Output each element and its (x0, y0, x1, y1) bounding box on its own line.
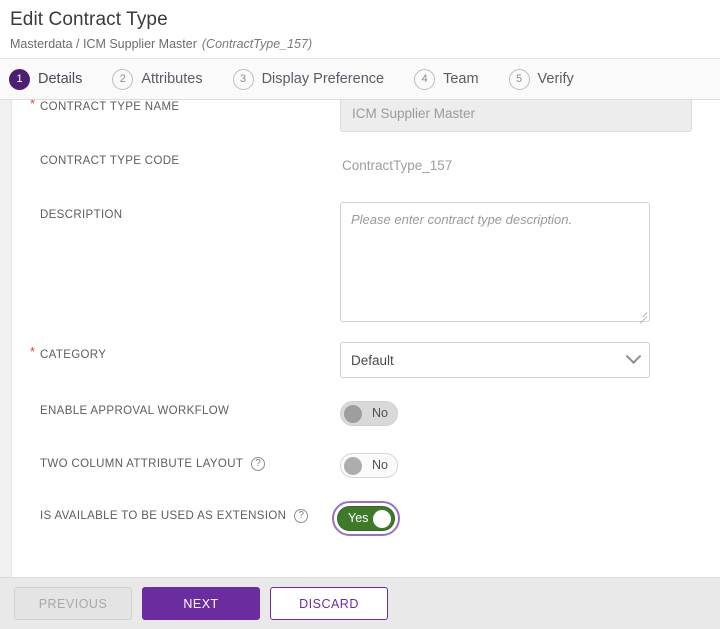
chevron-down-icon (626, 348, 642, 364)
label-text: ENABLE APPROVAL WORKFLOW (40, 405, 229, 417)
field-label: * CATEGORY (40, 336, 340, 361)
field-label: ENABLE APPROVAL WORKFLOW (40, 392, 340, 417)
breadcrumb: Masterdata / ICM Supplier Master (Contrac… (10, 36, 720, 52)
step-label: Details (38, 71, 82, 87)
field-two-column-attribute-layout: TWO COLUMN ATTRIBUTE LAYOUT ? No (40, 444, 702, 496)
step-label: Attributes (141, 71, 202, 87)
field-control: Please enter contract type description. (340, 196, 702, 322)
label-text: CONTRACT TYPE CODE (40, 155, 179, 167)
field-is-available-as-extension: IS AVAILABLE TO BE USED AS EXTENSION ? Y… (40, 496, 702, 548)
step-number-badge: 3 (233, 69, 254, 90)
enable-approval-workflow-toggle[interactable]: No (340, 401, 398, 426)
contract-type-name-input[interactable]: ICM Supplier Master (340, 100, 692, 132)
step-number-badge: 4 (414, 69, 435, 90)
field-control: ContractType_157 (340, 142, 702, 173)
contract-type-code-value: ContractType_157 (340, 148, 702, 173)
field-category: * CATEGORY Default (40, 336, 702, 392)
help-icon[interactable]: ? (294, 509, 308, 523)
label-text: CONTRACT TYPE NAME (40, 101, 179, 113)
field-control: No (340, 392, 702, 426)
label-text: DESCRIPTION (40, 209, 122, 221)
tab-details[interactable]: 1 Details (9, 69, 82, 90)
step-number-badge: 1 (9, 69, 30, 90)
breadcrumb-path[interactable]: Masterdata / ICM Supplier Master (10, 37, 197, 51)
resize-handle-icon[interactable] (635, 307, 647, 319)
page-title: Edit Contract Type (10, 8, 720, 32)
field-label: CONTRACT TYPE CODE (40, 142, 340, 167)
description-textarea[interactable]: Please enter contract type description. (340, 202, 650, 322)
previous-button[interactable]: PREVIOUS (14, 587, 132, 620)
field-label: * CONTRACT TYPE NAME (40, 100, 340, 113)
field-control: ICM Supplier Master (340, 100, 702, 132)
left-gutter (0, 100, 12, 577)
required-marker: * (30, 344, 35, 359)
label-text: CATEGORY (40, 349, 106, 361)
step-number-badge: 5 (509, 69, 530, 90)
field-label: TWO COLUMN ATTRIBUTE LAYOUT ? (40, 444, 340, 471)
field-description: DESCRIPTION Please enter contract type d… (40, 196, 702, 336)
field-label: IS AVAILABLE TO BE USED AS EXTENSION ? (40, 496, 332, 523)
category-select[interactable]: Default (340, 342, 650, 378)
discard-button[interactable]: DISCARD (270, 587, 388, 620)
toggle-focus-ring: Yes (332, 501, 400, 536)
field-contract-type-name: * CONTRACT TYPE NAME ICM Supplier Master (40, 100, 702, 142)
wizard-stepper: 1 Details 2 Attributes 3 Display Prefere… (0, 58, 720, 100)
step-label: Display Preference (262, 71, 385, 87)
details-form: * CONTRACT TYPE NAME ICM Supplier Master… (12, 100, 720, 548)
toggle-value: Yes (348, 512, 368, 525)
tab-team[interactable]: 4 Team (414, 69, 478, 90)
edit-contract-type-page: Edit Contract Type Masterdata / ICM Supp… (0, 0, 720, 629)
toggle-knob (344, 405, 362, 423)
field-control: Yes (332, 496, 702, 541)
field-enable-approval-workflow: ENABLE APPROVAL WORKFLOW No (40, 392, 702, 444)
form-footer: PREVIOUS NEXT DISCARD (0, 577, 720, 629)
toggle-knob (344, 457, 362, 475)
field-control: Default (340, 336, 702, 378)
tab-display-preference[interactable]: 3 Display Preference (233, 69, 385, 90)
step-number-badge: 2 (112, 69, 133, 90)
category-selected-value: Default (351, 353, 394, 368)
tab-attributes[interactable]: 2 Attributes (112, 69, 202, 90)
toggle-value: No (372, 459, 388, 472)
step-label: Team (443, 71, 478, 87)
is-available-as-extension-toggle[interactable]: Yes (337, 506, 395, 531)
tab-verify[interactable]: 5 Verify (509, 69, 574, 90)
content-area: * CONTRACT TYPE NAME ICM Supplier Master… (0, 100, 720, 577)
breadcrumb-id: (ContractType_157) (202, 37, 312, 51)
field-control: No (340, 444, 702, 478)
form-scroll-region[interactable]: * CONTRACT TYPE NAME ICM Supplier Master… (12, 100, 720, 577)
label-text: TWO COLUMN ATTRIBUTE LAYOUT (40, 458, 243, 470)
toggle-value: No (372, 407, 388, 420)
toggle-knob (373, 510, 391, 528)
field-label: DESCRIPTION (40, 196, 340, 221)
required-marker: * (30, 100, 35, 111)
label-text: IS AVAILABLE TO BE USED AS EXTENSION (40, 510, 286, 522)
page-header: Edit Contract Type Masterdata / ICM Supp… (0, 0, 720, 58)
field-contract-type-code: CONTRACT TYPE CODE ContractType_157 (40, 142, 702, 196)
next-button[interactable]: NEXT (142, 587, 260, 620)
two-column-attribute-layout-toggle[interactable]: No (340, 453, 398, 478)
step-label: Verify (538, 71, 574, 87)
help-icon[interactable]: ? (251, 457, 265, 471)
